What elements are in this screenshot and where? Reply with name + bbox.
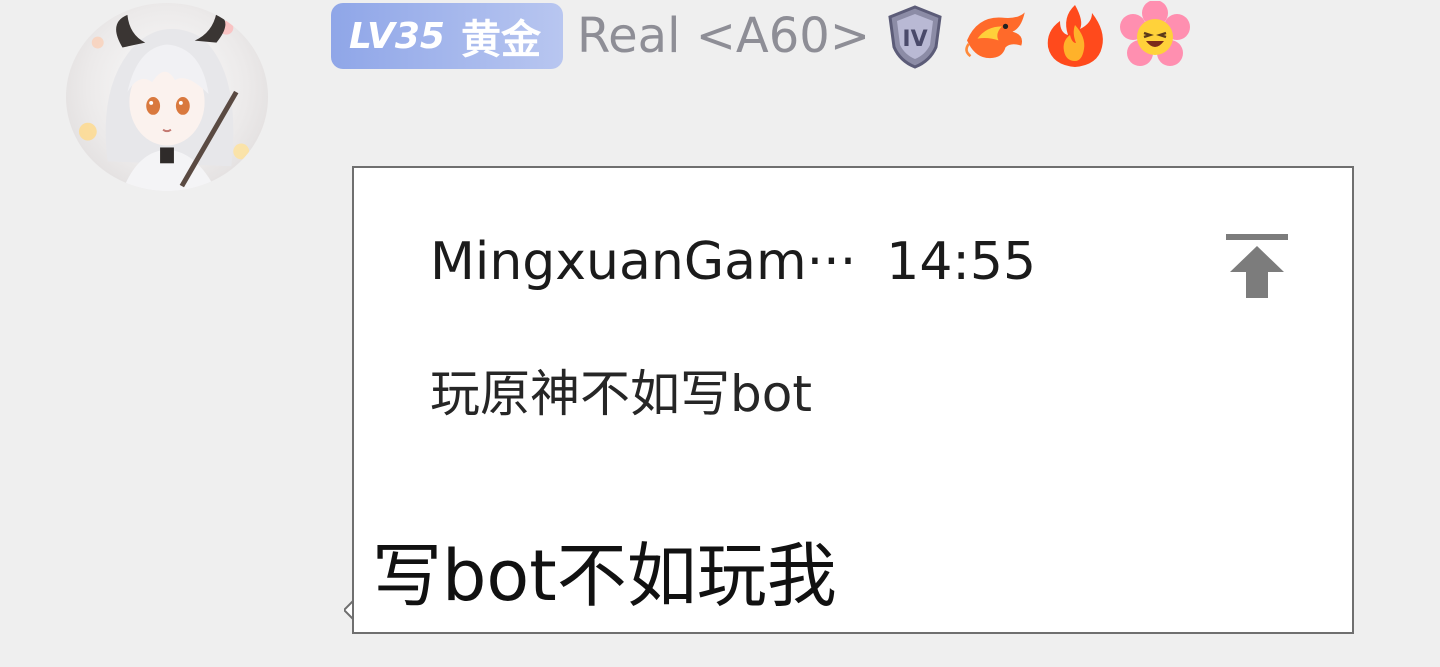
quoted-author: MingxuanGam··· [430,232,857,292]
svg-text:IV: IV [902,27,927,52]
message-bubble[interactable]: MingxuanGam··· 14:55 玩原神不如写bot 写bot不如玩我 [352,166,1354,634]
shield-rank-iv-icon[interactable]: IV [880,1,950,71]
dragon-icon[interactable] [960,1,1030,71]
quoted-text: 玩原神不如写bot [430,365,812,423]
sender-nickname[interactable]: Real <A60> [577,8,870,64]
level-badge[interactable]: LV35 黄金 [331,3,563,69]
quoted-message-header: MingxuanGam··· 14:55 [430,232,1036,292]
sender-avatar[interactable] [66,3,268,191]
jump-to-original-icon[interactable] [1226,232,1288,300]
anime-girl-avatar-icon [78,12,250,191]
laughing-flower-icon[interactable] [1120,1,1191,71]
sender-header: LV35 黄金 Real <A60> IV [331,1,1191,71]
rank-label: 黄金 [460,17,541,63]
fire-icon[interactable] [1040,1,1110,71]
chat-message-row: LV35 黄金 Real <A60> IV MingxuanGam··· 14:… [0,0,1440,667]
level-label: LV35 [349,15,445,57]
quoted-timestamp: 14:55 [886,232,1037,292]
message-text: 写bot不如玩我 [372,535,837,617]
